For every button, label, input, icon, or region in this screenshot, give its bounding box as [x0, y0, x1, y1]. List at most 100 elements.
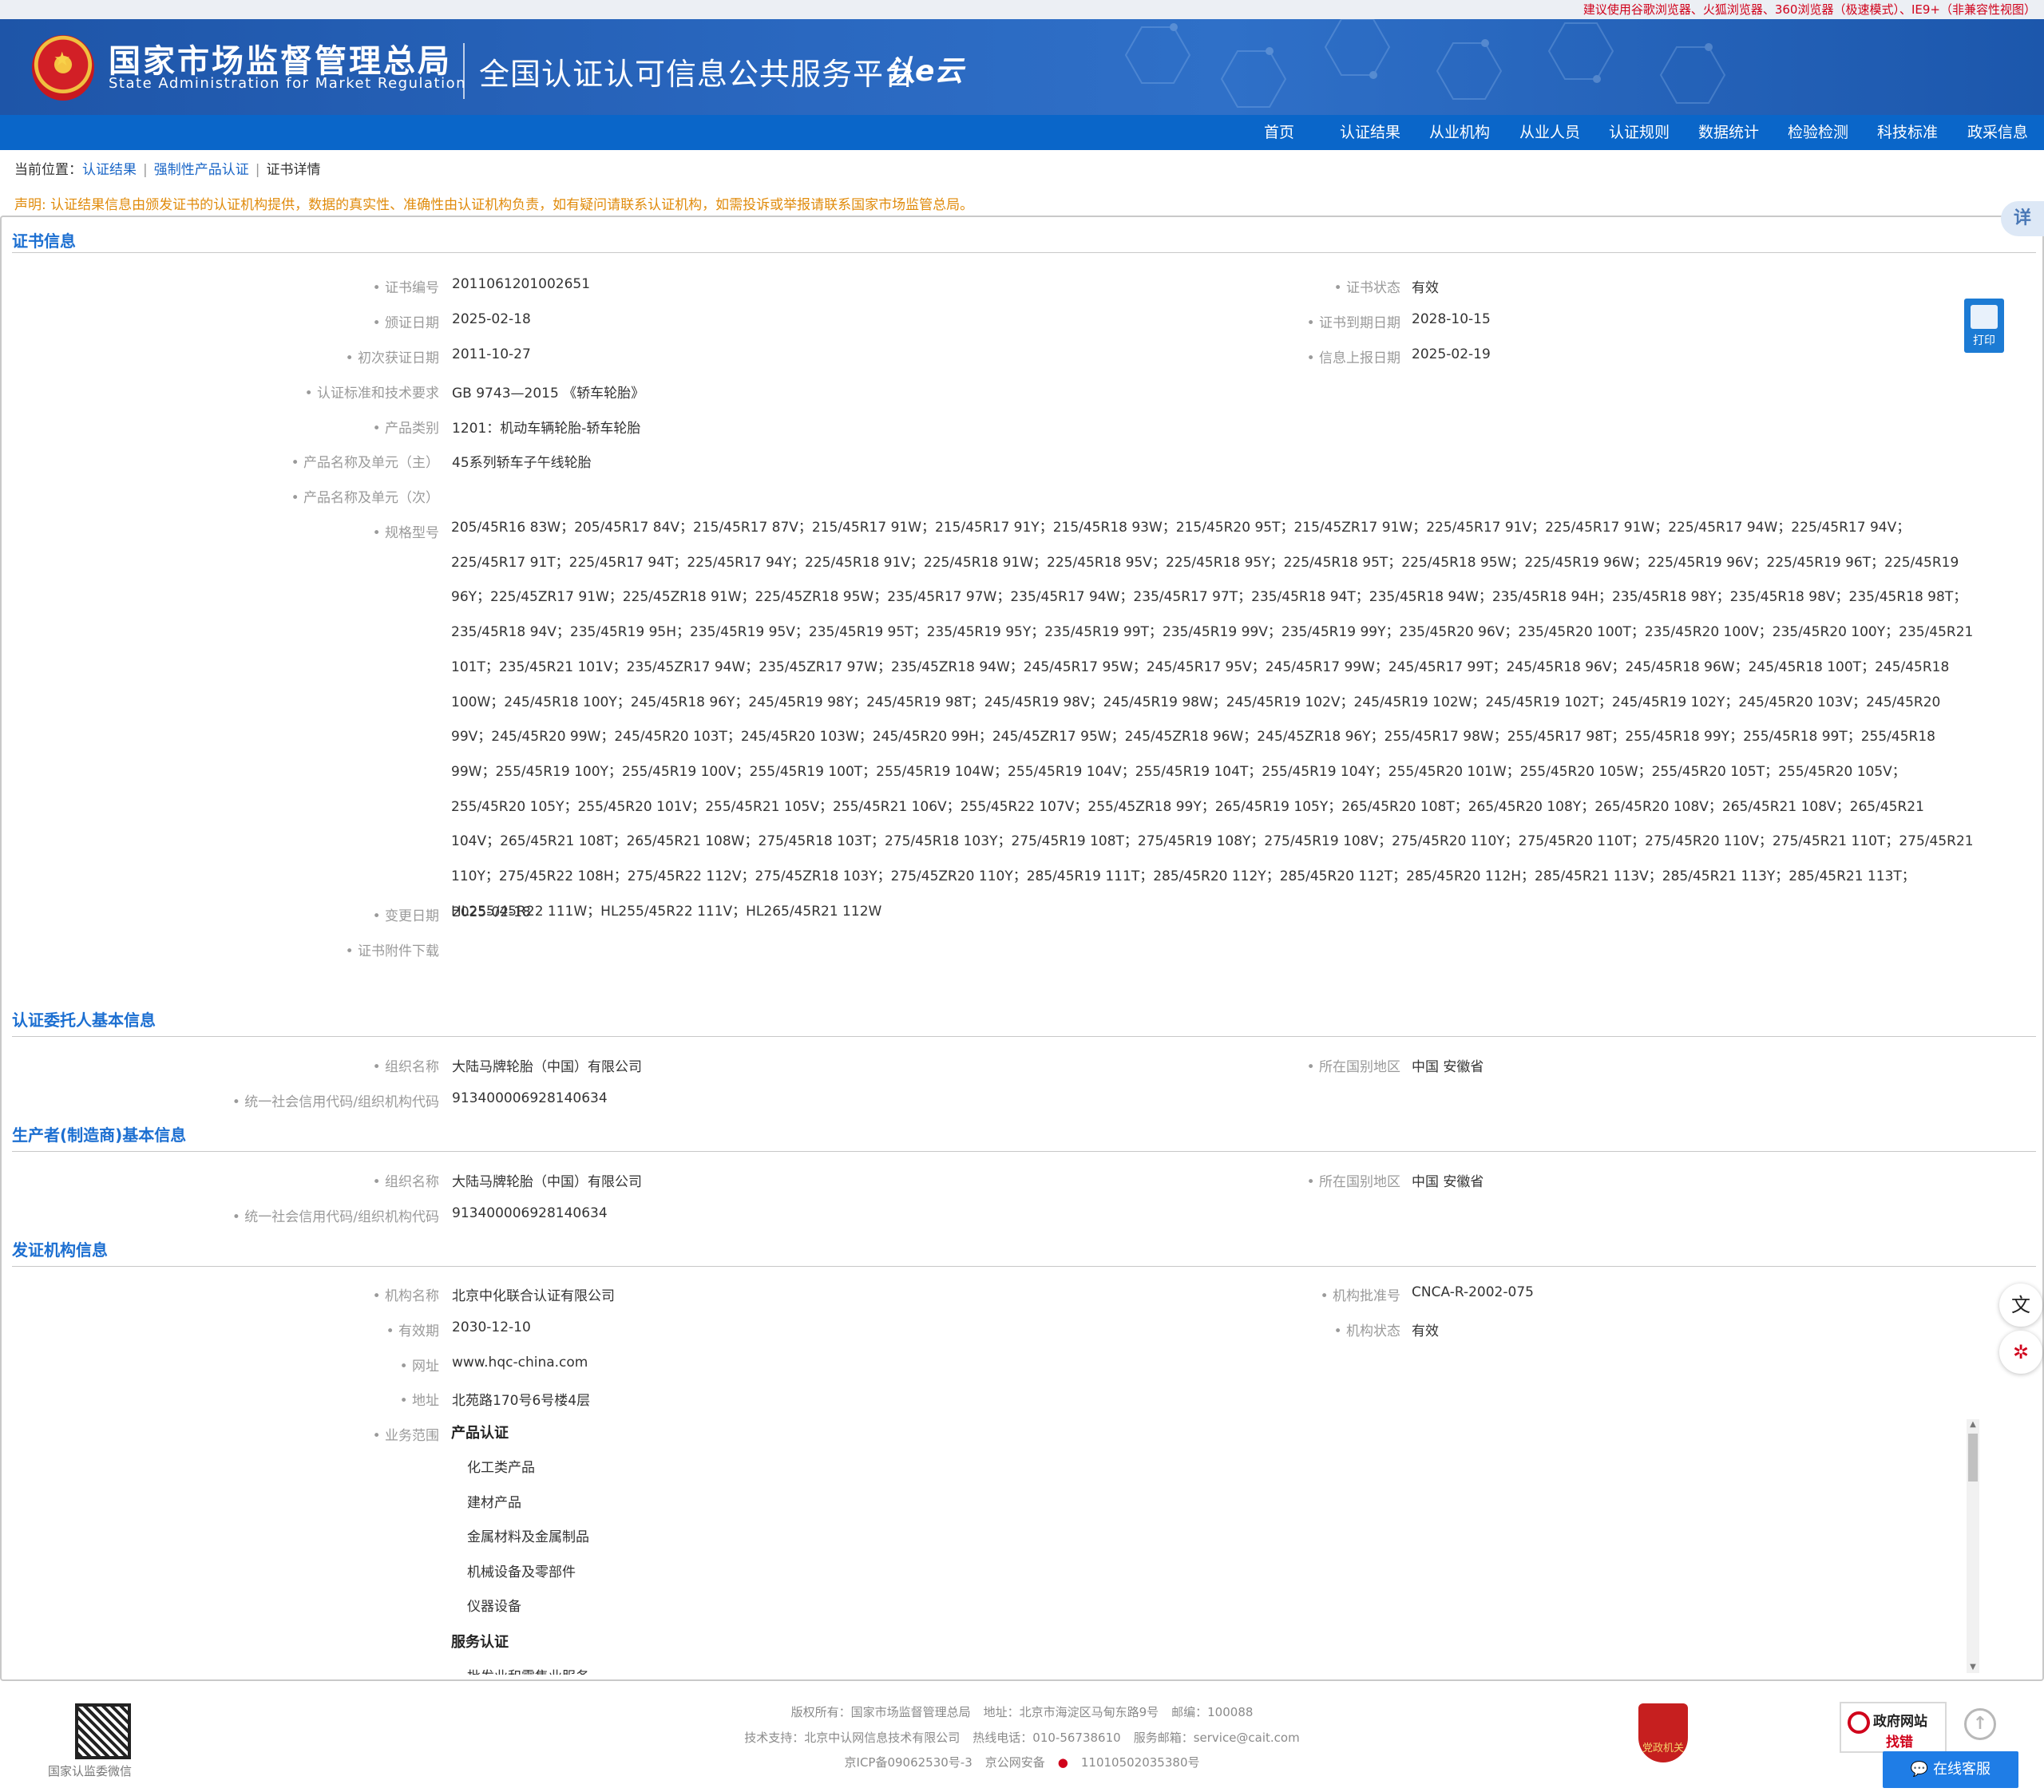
- section-title-client: 认证委托人基本信息: [12, 1011, 156, 1030]
- standard-label: 认证标准和技术要求: [305, 382, 439, 402]
- section-title-issuer: 发证机构信息: [12, 1240, 108, 1260]
- footer-line-icp: 京ICP备09062530号-3 京公网安备 ● 11010502035380号: [0, 1754, 2044, 1770]
- issue-date-label: 颁证日期: [373, 311, 439, 331]
- report-date-label: 信息上报日期: [1307, 346, 1400, 366]
- translate-icon[interactable]: 文: [1999, 1284, 2042, 1327]
- breadcrumb-cert-results[interactable]: 认证结果: [82, 162, 137, 178]
- scope-scrollbar[interactable]: ▲ ▼: [1967, 1419, 1979, 1673]
- nav-item-institutions[interactable]: 从业机构: [1429, 115, 1490, 150]
- magnifier-icon: [1848, 1711, 1870, 1734]
- footer-email: 服务邮箱：service@cait.com: [1133, 1731, 1300, 1745]
- breadcrumb-prefix: 当前位置：: [14, 162, 82, 178]
- share-network-icon[interactable]: ✲: [1999, 1331, 2042, 1374]
- issue-date-value: 2025-02-18: [452, 311, 531, 327]
- client-region-value: 中国 安徽省: [1412, 1059, 1484, 1075]
- maker-region-label: 所在国别地区: [1307, 1170, 1400, 1190]
- scroll-up-arrow-icon[interactable]: ▲: [1967, 1419, 1979, 1430]
- platform-logo: 认e云: [886, 55, 964, 88]
- badge-text: 党政机关: [1642, 1743, 1684, 1754]
- footer-line-copyright: 版权所有：国家市场监督管理总局 地址：北京市海淀区马甸东路9号 邮编：100088: [0, 1703, 2044, 1720]
- change-date-value: 2025-02-18: [452, 904, 531, 920]
- breadcrumb-separator: |: [255, 162, 260, 178]
- footer-postcode: 邮编：100088: [1171, 1705, 1254, 1719]
- attachment-label[interactable]: 证书附件下载: [346, 940, 439, 959]
- section-divider: [12, 1266, 2036, 1267]
- online-service-label: 在线客服: [1933, 1761, 1991, 1778]
- nav-item-home[interactable]: 首页: [1264, 115, 1294, 150]
- scope-category: 产品认证: [451, 1425, 509, 1442]
- section-title-maker: 生产者(制造商)基本信息: [12, 1125, 187, 1145]
- issuer-valid-value: 2030-12-10: [452, 1319, 531, 1335]
- breadcrumb-separator: |: [143, 162, 148, 178]
- scope-category: 服务认证: [451, 1633, 509, 1651]
- issuer-addr-value: 北苑路170号6号楼4层: [452, 1393, 591, 1409]
- footer-police-number[interactable]: 11010502035380号: [1081, 1755, 1200, 1770]
- scope-item: 金属材料及金属制品: [467, 1529, 589, 1545]
- scope-item: 仪器设备: [467, 1599, 521, 1615]
- footer-copyright: 版权所有：国家市场监督管理总局: [790, 1705, 971, 1719]
- gov-error-text-1: 政府网站: [1873, 1714, 1927, 1730]
- cert-no-value: 2011061201002651: [452, 276, 591, 292]
- site-footer: 国家认监委微信 版权所有：国家市场监督管理总局 地址：北京市海淀区马甸东路9号 邮编…: [0, 1683, 2044, 1792]
- report-date-value: 2025-02-19: [1412, 346, 1491, 362]
- nav-item-statistics[interactable]: 数据统计: [1698, 115, 1759, 150]
- maker-code-value: 913400006928140634: [452, 1205, 608, 1221]
- footer-address: 地址：北京市海淀区马甸东路9号: [983, 1705, 1159, 1719]
- print-button[interactable]: 打印: [1964, 299, 2004, 353]
- issuer-scope-label: 业务范围: [373, 1424, 439, 1444]
- cert-no-label: 证书编号: [373, 276, 439, 296]
- scope-item: 化工类产品: [467, 1460, 535, 1476]
- issuer-valid-label: 有效期: [386, 1319, 439, 1339]
- brand-divider: [463, 43, 465, 99]
- platform-title: 全国认证认可信息公共服务平台: [479, 57, 916, 92]
- footer-line-support: 技术支持：北京中认网信息技术有限公司 热线电话：010-56738610 服务邮箱：…: [0, 1729, 2044, 1746]
- maker-region-value: 中国 安徽省: [1412, 1174, 1484, 1190]
- issuer-approval-label: 机构批准号: [1321, 1284, 1400, 1304]
- issuer-name-value: 北京中化联合认证有限公司: [452, 1288, 615, 1304]
- client-region-label: 所在国别地区: [1307, 1055, 1400, 1075]
- issuer-site-value[interactable]: www.hqc-china.com: [452, 1355, 588, 1371]
- party-government-badge[interactable]: 党政机关: [1638, 1703, 1688, 1762]
- change-date-label: 变更日期: [373, 904, 439, 924]
- maker-code-label: 统一社会信用代码/组织机构代码: [232, 1205, 439, 1225]
- brand-name-en: State Administration for Market Regulati…: [109, 75, 466, 92]
- business-scope-list[interactable]: 产品认证 化工类产品 建材产品 金属材料及金属制品 机械设备及零部件 仪器设备 …: [451, 1416, 1970, 1675]
- certificate-detail-panel: 证书信息 证书编号 2011061201002651 证书状态 有效 颁证日期 …: [0, 216, 2044, 1681]
- police-badge-icon: ●: [1057, 1755, 1068, 1770]
- hexagon-network-decoration: [1124, 19, 1726, 108]
- footer-police-record[interactable]: 京公网安备: [985, 1755, 1045, 1770]
- national-emblem-icon: ★: [32, 35, 94, 101]
- nav-item-inspection[interactable]: 检验检测: [1788, 115, 1848, 150]
- scrollbar-thumb[interactable]: [1968, 1434, 1978, 1481]
- product-main-value: 45系列轿车子午线轮胎: [452, 455, 592, 471]
- main-nav: 首页 认证结果 从业机构 从业人员 认证规则 数据统计 检验检测 科技标准 政采…: [0, 115, 2044, 150]
- back-to-top-icon[interactable]: ↑: [1964, 1708, 1996, 1740]
- models-value: 205/45R16 83W；205/45R17 84V；215/45R17 87…: [451, 520, 1974, 920]
- breadcrumb-current: 证书详情: [266, 162, 321, 178]
- footer-tech-support: 技术支持：北京中认网信息技术有限公司: [744, 1731, 961, 1745]
- detail-side-tab[interactable]: 详: [2001, 201, 2044, 236]
- nav-item-practitioners[interactable]: 从业人员: [1519, 115, 1580, 150]
- standard-value: GB 9743—2015 《轿车轮胎》: [452, 386, 645, 402]
- section-title-cert: 证书信息: [12, 231, 76, 251]
- nav-item-cert-results[interactable]: 认证结果: [1340, 115, 1400, 150]
- client-org-value: 大陆马牌轮胎（中国）有限公司: [452, 1059, 642, 1075]
- product-main-label: 产品名称及单元（主）: [291, 451, 439, 471]
- footer-icp[interactable]: 京ICP备09062530号-3: [845, 1755, 972, 1770]
- disclaimer-statement: 声明: 认证结果信息由颁发证书的认证机构提供，数据的真实性、准确性由认证机构负责…: [14, 197, 974, 213]
- breadcrumb-ccc[interactable]: 强制性产品认证: [154, 162, 249, 178]
- gov-site-error-report[interactable]: 政府网站 找错: [1840, 1702, 1947, 1753]
- section-divider: [12, 1151, 2036, 1152]
- maker-org-value: 大陆马牌轮胎（中国）有限公司: [452, 1174, 642, 1190]
- online-service-button[interactable]: 💬 在线客服: [1883, 1751, 2018, 1788]
- breadcrumb: 当前位置：认证结果 | 强制性产品认证 | 证书详情: [14, 158, 320, 178]
- scroll-down-arrow-icon[interactable]: ▼: [1967, 1662, 1979, 1673]
- expire-date-label: 证书到期日期: [1307, 311, 1400, 331]
- gov-error-text-2: 找错: [1886, 1735, 1913, 1750]
- chat-bubble-icon: 💬: [1910, 1761, 1934, 1778]
- nav-item-cert-rules[interactable]: 认证规则: [1609, 115, 1670, 150]
- nav-item-standards[interactable]: 科技标准: [1877, 115, 1938, 150]
- nav-item-procurement[interactable]: 政采信息: [1967, 115, 2028, 150]
- client-code-value: 913400006928140634: [452, 1090, 608, 1106]
- cert-status-value: 有效: [1412, 280, 1439, 296]
